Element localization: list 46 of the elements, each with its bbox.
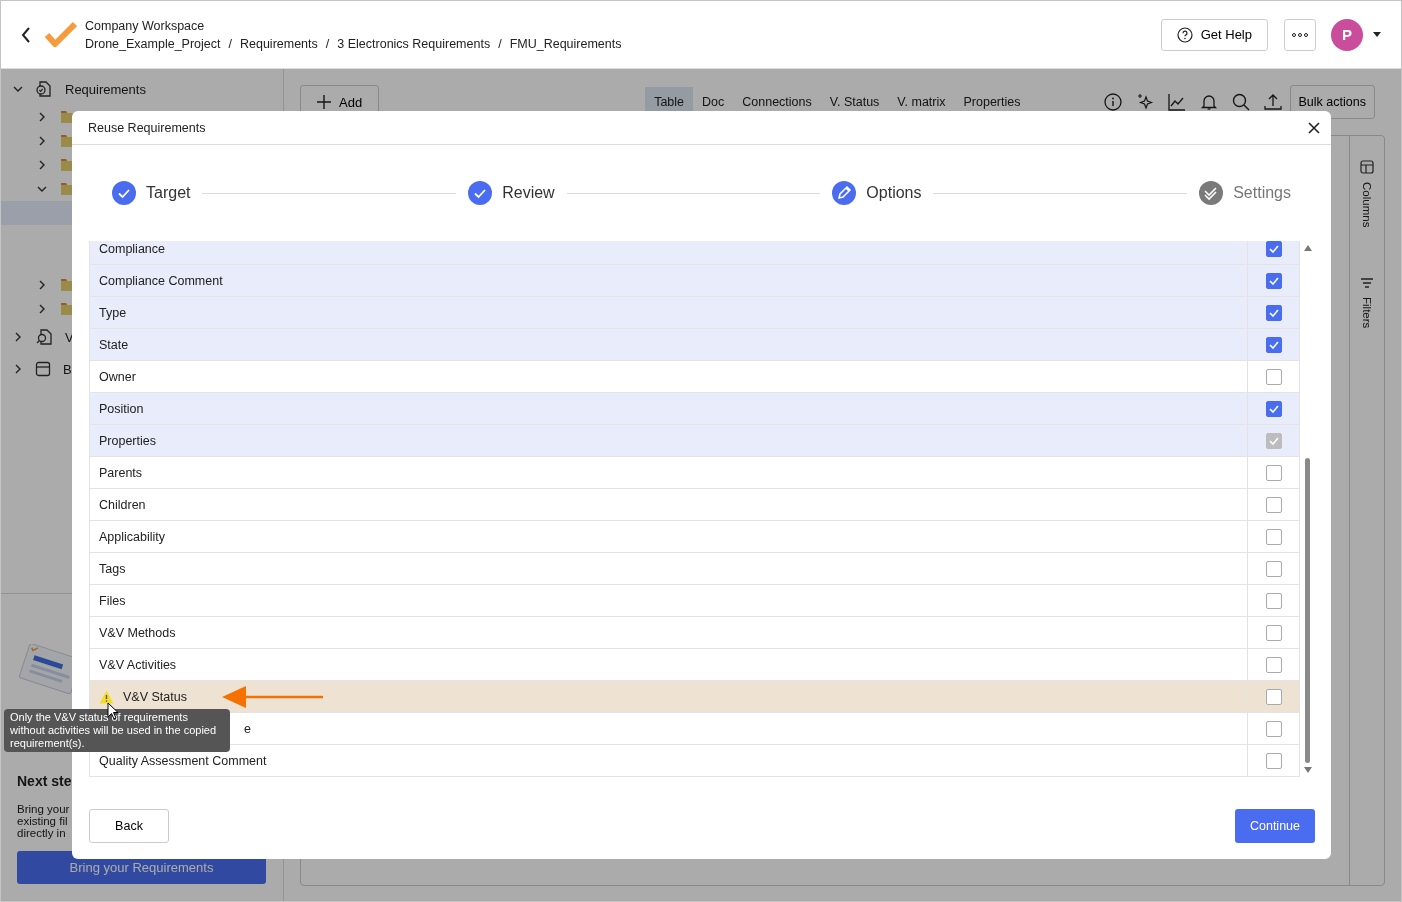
avatar[interactable]: P <box>1331 18 1363 51</box>
field-name: V&V Activities <box>99 657 177 672</box>
field-name: Type <box>99 305 127 320</box>
continue-button[interactable]: Continue <box>1235 809 1315 843</box>
breadcrumb-link[interactable]: 3 Electronics Requirements <box>337 36 491 51</box>
view-tab[interactable]: V. matrix <box>888 87 955 117</box>
view-tab[interactable]: V. Status <box>820 87 889 117</box>
view-tab[interactable]: Connections <box>733 87 821 117</box>
field-name: V&V Methods <box>99 625 176 640</box>
tooltip: Only the V&V status of requirements without activities will be used in the copied requirement(s). <box>4 709 230 752</box>
help-button[interactable]: Get Help <box>1160 18 1268 51</box>
field-name: Children <box>99 497 146 512</box>
field-name: Properties <box>99 433 156 448</box>
breadcrumb-separator: / <box>325 36 330 51</box>
field-name: Owner <box>99 369 136 384</box>
field-name: Compliance <box>99 241 165 256</box>
field-name: Applicability <box>99 529 165 544</box>
tree-item[interactable]: B <box>63 361 72 377</box>
view-tab[interactable]: Doc <box>693 87 734 117</box>
field-name: Compliance Comment <box>99 273 223 288</box>
next-steps-text: Bring your existing fil directly in <box>17 803 71 840</box>
breadcrumb-link[interactable]: Requirements <box>240 36 318 51</box>
step-label: Review <box>502 184 555 202</box>
next-steps-title: Next ste <box>17 773 73 789</box>
breadcrumb-separator: / <box>498 36 502 51</box>
step-label: Options <box>866 184 922 202</box>
field-name: Files <box>99 593 126 608</box>
view-tab[interactable]: Properties <box>954 87 1030 117</box>
field-name: Tags <box>99 561 126 576</box>
side-panel-tab[interactable]: Columns <box>1361 182 1373 228</box>
step-label: Settings <box>1233 184 1291 202</box>
side-panel-tab[interactable]: Filters <box>1361 297 1373 329</box>
step-label: Target <box>146 184 191 202</box>
dialog-title: Reuse Requirements <box>88 120 206 135</box>
workspace-name: Company Workspace <box>85 18 206 33</box>
field-name: Quality Assessment Comment <box>99 753 267 768</box>
field-name: V&V Status <box>123 689 187 704</box>
tree-item[interactable]: Requirements <box>65 81 146 97</box>
field-name: e <box>244 721 251 736</box>
breadcrumb-separator: / <box>228 36 232 51</box>
field-name: State <box>99 337 129 352</box>
breadcrumb-link[interactable]: Drone_Example_Project <box>85 36 221 51</box>
back-button[interactable]: Back <box>89 809 169 843</box>
field-name: Parents <box>99 465 143 480</box>
field-name: Position <box>99 401 144 416</box>
breadcrumb-link[interactable]: FMU_Requirements <box>509 36 622 51</box>
